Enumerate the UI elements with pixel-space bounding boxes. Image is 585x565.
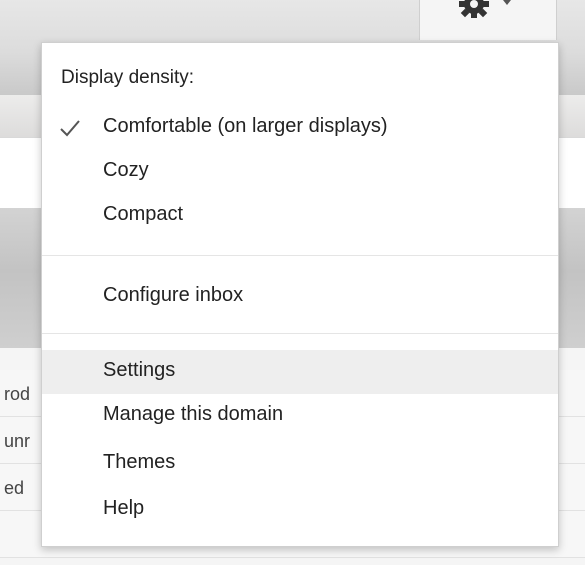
settings-dropdown-menu: Display density: Comfortable (on larger … (41, 42, 559, 547)
menu-item-settings[interactable]: Settings (42, 350, 558, 394)
gear-icon (459, 0, 489, 18)
menu-item-configure-inbox[interactable]: Configure inbox (42, 275, 558, 319)
settings-gear-button[interactable] (419, 0, 557, 40)
menu-item-label: Cozy (103, 159, 149, 181)
caret-down-icon (503, 0, 511, 5)
menu-item-label: Configure inbox (103, 284, 244, 306)
menu-separator (42, 333, 558, 334)
menu-item-manage-domain[interactable]: Manage this domain (42, 394, 558, 438)
display-density-label: Display density: (61, 67, 195, 88)
menu-item-label: Settings (103, 359, 176, 381)
menu-separator (42, 255, 558, 256)
menu-item-themes[interactable]: Themes (42, 442, 558, 486)
menu-item-label: Themes (103, 451, 176, 473)
message-row-fragment: ed (4, 478, 25, 498)
menu-item-label: Help (103, 497, 145, 519)
menu-item-label: Compact (103, 203, 184, 225)
menu-item-comfortable[interactable]: Comfortable (on larger displays) (42, 106, 558, 150)
message-row-fragment: rod (4, 384, 31, 404)
menu-item-compact[interactable]: Compact (42, 194, 558, 238)
menu-item-cozy[interactable]: Cozy (42, 150, 558, 194)
menu-item-help[interactable]: Help (42, 488, 558, 532)
menu-item-label: Manage this domain (103, 403, 284, 425)
message-row-fragment: unr (4, 431, 31, 451)
menu-item-label: Comfortable (on larger displays) (103, 115, 388, 137)
checkmark-icon (60, 120, 80, 137)
